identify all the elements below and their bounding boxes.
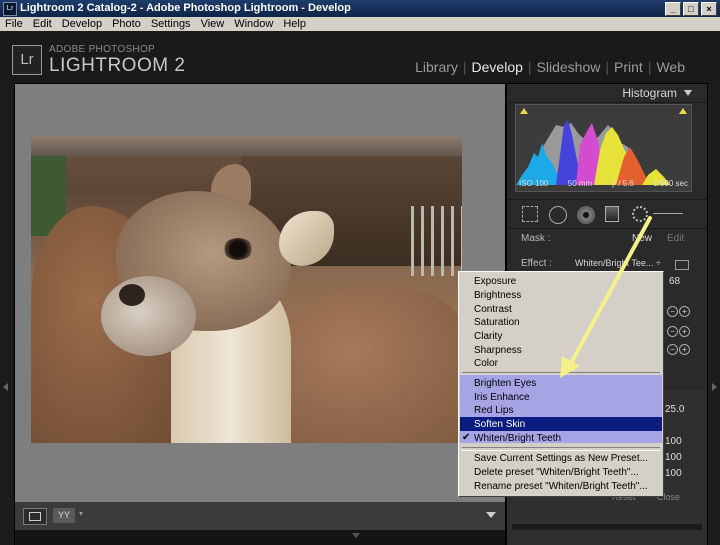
brand-main: LIGHTROOM 2	[49, 55, 186, 76]
minus-icon[interactable]: −	[667, 344, 678, 355]
chevron-down-icon[interactable]: ▾	[79, 509, 83, 518]
focal-length: 50 mm	[567, 179, 593, 188]
module-develop[interactable]: Develop	[467, 59, 528, 75]
module-library[interactable]: Library	[410, 59, 463, 75]
adjustment-brush-icon[interactable]	[632, 206, 648, 222]
lightroom-logo: Lr	[12, 45, 42, 75]
toolbar-menu-icon[interactable]	[486, 512, 496, 518]
right-edge-strip[interactable]	[708, 83, 720, 545]
mask-label: Mask :	[521, 233, 551, 244]
effect-dropdown-menu: Exposure Brightness Contrast Saturation …	[458, 271, 664, 497]
menu-item-brightness[interactable]: Brightness	[474, 289, 521, 302]
menu-item-soften-skin[interactable]: Soften Skin	[474, 418, 525, 431]
right-panel-toggle-icon[interactable]	[712, 383, 717, 391]
menu-photo[interactable]: Photo	[106, 17, 145, 31]
left-panel-collapsed[interactable]	[0, 83, 14, 545]
brush-density-value: 100	[665, 468, 682, 479]
minus-icon[interactable]: −	[667, 306, 678, 317]
effect-label: Effect :	[521, 258, 552, 269]
menu-item-iris-enhance[interactable]: Iris Enhance	[474, 391, 530, 404]
menu-item-whiten-bright-teeth[interactable]: Whiten/Bright Teeth	[474, 432, 561, 445]
red-eye-icon[interactable]	[577, 206, 595, 224]
spot-removal-icon[interactable]	[549, 206, 567, 224]
iso-value: ISO 100	[519, 179, 549, 188]
histogram-title: Histogram	[622, 86, 677, 100]
left-panel-toggle-icon[interactable]	[3, 383, 8, 391]
menu-item-contrast[interactable]: Contrast	[474, 303, 512, 316]
shadow-clipping-icon[interactable]	[520, 108, 528, 114]
effect-toggle[interactable]	[675, 260, 689, 270]
menu-item-brighten-eyes[interactable]: Brighten Eyes	[474, 377, 536, 390]
menu-item-red-lips[interactable]: Red Lips	[474, 404, 513, 417]
app-icon: Lr	[3, 2, 17, 16]
menu-window[interactable]: Window	[228, 17, 277, 31]
crop-icon[interactable]	[522, 206, 538, 222]
window-title: Lightroom 2 Catalog-2 - Adobe Photoshop …	[20, 2, 351, 14]
menu-item-saturation[interactable]: Saturation	[474, 316, 520, 329]
module-slideshow[interactable]: Slideshow	[532, 59, 606, 75]
menu-item-color[interactable]: Color	[474, 357, 498, 370]
mask-new-button[interactable]: New	[632, 233, 652, 244]
before-after-button[interactable]: YY	[53, 508, 75, 523]
menu-edit[interactable]: Edit	[27, 17, 56, 31]
brush-feather-value: 100	[665, 436, 682, 447]
shutter-speed: 1/500 sec	[653, 179, 688, 188]
module-picker: Library | Develop | Slideshow | Print | …	[410, 59, 690, 75]
menu-view[interactable]: View	[195, 17, 229, 31]
amount-value: 68	[669, 276, 681, 287]
brush-flow-value: 100	[665, 452, 682, 463]
identity-plate: Lr ADOBE PHOTOSHOP LIGHTROOM 2 Library |…	[0, 31, 720, 83]
histogram-header[interactable]: Histogram	[507, 84, 707, 103]
loupe-view-button[interactable]	[23, 508, 47, 525]
filmstrip-toggle-icon[interactable]	[352, 533, 360, 538]
menu-help[interactable]: Help	[277, 17, 310, 31]
minimize-button[interactable]: _	[665, 2, 681, 16]
plus-icon[interactable]: +	[679, 326, 690, 337]
mask-row: Mask : New Edit	[507, 231, 707, 249]
exif-info: ISO 100 50 mm ƒ / 5.6 1/500 sec	[516, 179, 691, 188]
title-bar: Lr Lightroom 2 Catalog-2 - Adobe Photosh…	[0, 0, 720, 17]
menu-item-delete-preset[interactable]: Delete preset "Whiten/Bright Teeth"...	[474, 466, 639, 479]
module-web[interactable]: Web	[651, 59, 690, 75]
plus-icon[interactable]: +	[679, 344, 690, 355]
module-print[interactable]: Print	[609, 59, 648, 75]
panel-scroll-track[interactable]	[512, 524, 702, 530]
filmstrip-collapsed	[15, 530, 505, 545]
aperture-value: ƒ / 5.6	[611, 179, 634, 188]
brush-size-value: 25.0	[665, 404, 685, 415]
maximize-button[interactable]: □	[683, 2, 699, 16]
checkmark-icon: ✔	[462, 432, 471, 443]
photo-llama[interactable]	[31, 136, 462, 443]
tool-strip	[507, 199, 707, 229]
minus-icon[interactable]: −	[667, 326, 678, 337]
highlight-clipping-icon[interactable]	[679, 108, 687, 114]
menu-item-exposure[interactable]: Exposure	[474, 275, 516, 288]
menu-file[interactable]: File	[0, 17, 27, 31]
graduated-filter-icon[interactable]	[605, 206, 619, 222]
close-button[interactable]: ×	[701, 2, 717, 16]
menu-separator	[462, 447, 660, 451]
tool-slider[interactable]	[653, 213, 683, 214]
menu-bar: File Edit Develop Photo Settings View Wi…	[0, 17, 720, 31]
toolbar: YY ▾	[15, 502, 505, 530]
histogram[interactable]: ISO 100 50 mm ƒ / 5.6 1/500 sec	[515, 104, 692, 192]
menu-settings[interactable]: Settings	[145, 17, 195, 31]
menu-develop[interactable]: Develop	[56, 17, 106, 31]
mask-edit-button[interactable]: Edit	[667, 233, 684, 244]
menu-item-save-preset[interactable]: Save Current Settings as New Preset...	[474, 452, 648, 465]
plus-icon[interactable]: +	[679, 306, 690, 317]
menu-item-sharpness[interactable]: Sharpness	[474, 344, 522, 357]
image-canvas[interactable]	[15, 84, 505, 502]
effect-dropdown[interactable]: Whiten/Bright Tee... ÷	[575, 258, 661, 268]
collapse-icon[interactable]	[684, 90, 692, 96]
menu-item-clarity[interactable]: Clarity	[474, 330, 502, 343]
menu-item-rename-preset[interactable]: Rename preset "Whiten/Bright Teeth"...	[474, 480, 648, 493]
brand-top: ADOBE PHOTOSHOP	[49, 44, 156, 55]
